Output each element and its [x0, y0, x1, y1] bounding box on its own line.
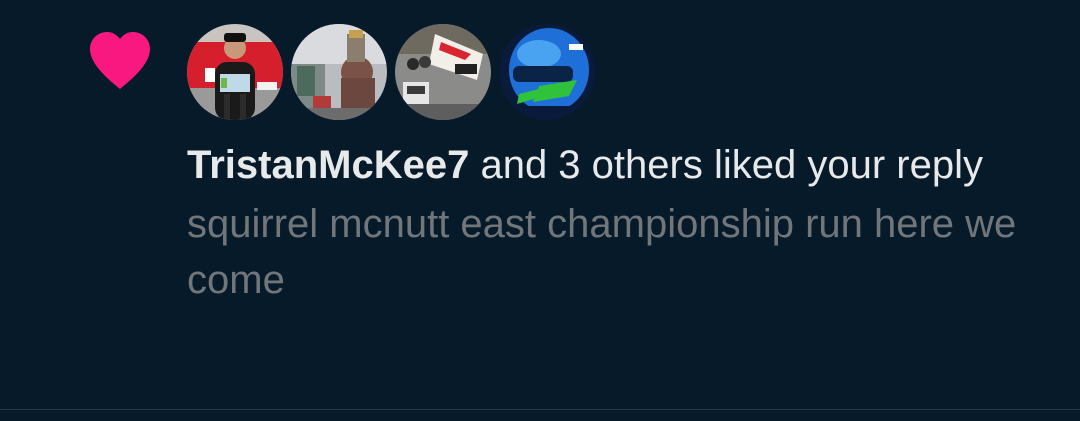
reply-preview: squirrel mcnutt east championship run he…	[187, 202, 1017, 302]
like-notification[interactable]: TristanMcKee7 and 3 others liked your re…	[0, 0, 1080, 409]
divider	[0, 409, 1080, 410]
user-name-link[interactable]: TristanMcKee7	[187, 143, 469, 187]
avatar-other-1[interactable]	[291, 24, 387, 120]
avatar-tristanmckee7[interactable]	[187, 24, 283, 120]
heart-icon	[90, 32, 150, 89]
avatar-other-3[interactable]	[499, 24, 595, 120]
notification-text: TristanMcKee7 and 3 others liked your re…	[187, 138, 1057, 308]
avatar-other-2[interactable]	[395, 24, 491, 120]
notification-headline: TristanMcKee7 and 3 others liked your re…	[187, 138, 1057, 193]
action-text: and 3 others liked your reply	[469, 143, 983, 187]
